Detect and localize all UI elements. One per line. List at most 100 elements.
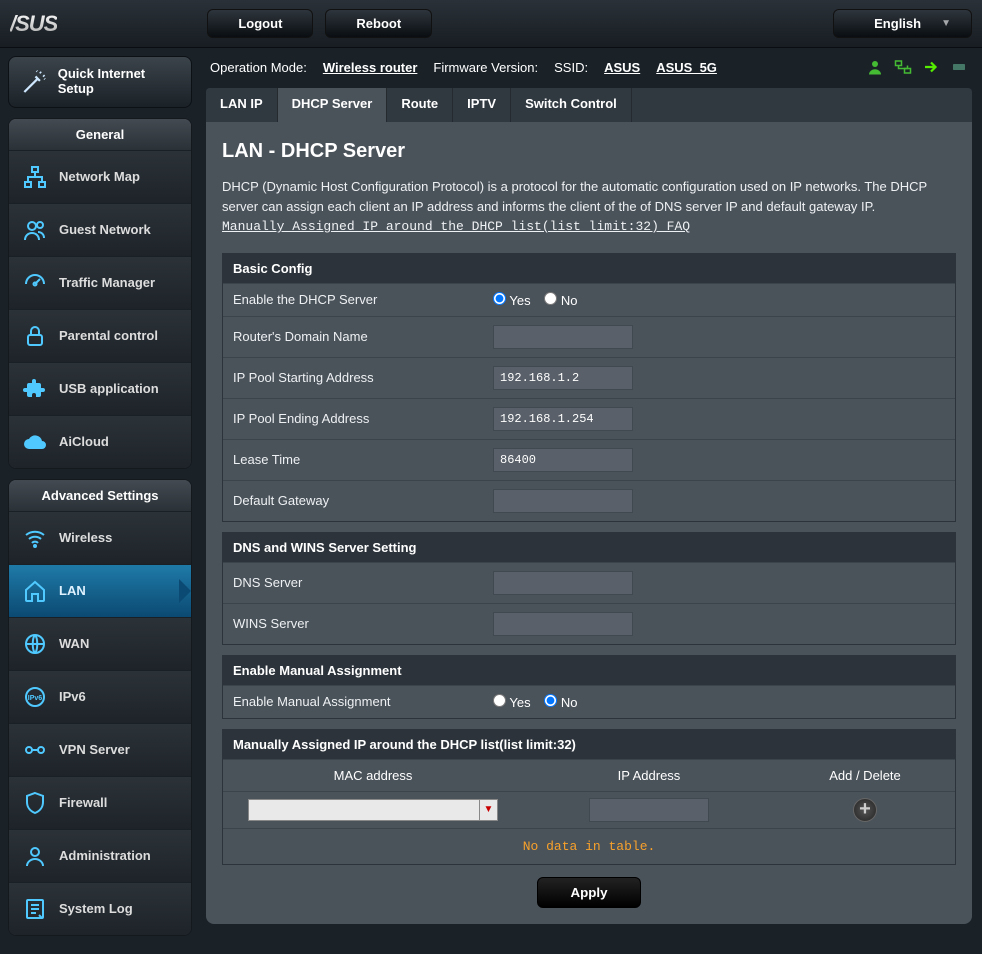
vpn-icon [23, 738, 47, 762]
sidebar-item-system-log[interactable]: System Log [9, 882, 191, 935]
tab-dhcp-server[interactable]: DHCP Server [278, 88, 388, 122]
table-header-row: MAC address IP Address Add / Delete [223, 759, 955, 791]
ipv6-icon: IPv6 [23, 685, 47, 709]
usb-status-icon[interactable] [922, 58, 940, 76]
manual-no[interactable]: No [544, 695, 577, 710]
sidebar: Quick Internet Setup General Network Map… [0, 48, 200, 954]
cloud-icon [23, 430, 47, 454]
wand-icon [21, 68, 48, 96]
ip-input[interactable] [589, 798, 709, 822]
language-label: English [874, 16, 921, 31]
gauge-icon [23, 271, 47, 295]
reboot-button[interactable]: Reboot [325, 9, 432, 38]
tab-route[interactable]: Route [387, 88, 453, 122]
pool-end-input[interactable] [493, 407, 633, 431]
sidebar-item-administration[interactable]: Administration [9, 829, 191, 882]
sidebar-item-label: IPv6 [59, 689, 86, 704]
dns-input[interactable] [493, 571, 633, 595]
enable-dhcp-label: Enable the DHCP Server [233, 292, 493, 307]
language-select[interactable]: English ▼ [833, 9, 972, 38]
users-icon [23, 218, 47, 242]
quick-internet-setup[interactable]: Quick Internet Setup [8, 56, 192, 108]
ssid1[interactable]: ASUS [604, 60, 640, 75]
tab-lan-ip[interactable]: LAN IP [206, 88, 278, 122]
globe-icon [23, 632, 47, 656]
sidebar-item-traffic-manager[interactable]: Traffic Manager [9, 256, 191, 309]
sidebar-item-wireless[interactable]: Wireless [9, 511, 191, 564]
svg-text:IPv6: IPv6 [28, 695, 43, 702]
logout-button[interactable]: Logout [207, 9, 313, 38]
gateway-label: Default Gateway [233, 493, 493, 508]
radio-no[interactable] [544, 694, 557, 707]
panel: LAN - DHCP Server DHCP (Dynamic Host Con… [206, 122, 972, 924]
manual-ip-table: Manually Assigned IP around the DHCP lis… [222, 729, 956, 865]
sidebar-item-label: Wireless [59, 530, 112, 545]
menu-advanced: Advanced Settings Wireless LAN WAN IPv6I… [8, 479, 192, 936]
col-ip: IP Address [523, 760, 775, 791]
plus-icon: + [859, 798, 871, 821]
enable-dhcp-yes[interactable]: Yes [493, 293, 531, 308]
enable-dhcp-no[interactable]: No [544, 293, 577, 308]
mac-combo[interactable]: ▼ [248, 799, 498, 821]
sidebar-item-label: Network Map [59, 169, 140, 184]
sidebar-item-ipv6[interactable]: IPv6 IPv6 [9, 670, 191, 723]
table-input-row: ▼ + [223, 791, 955, 828]
domain-input[interactable] [493, 325, 633, 349]
sidebar-item-label: VPN Server [59, 742, 130, 757]
lease-input[interactable] [493, 448, 633, 472]
section-head: DNS and WINS Server Setting [223, 533, 955, 562]
sidebar-item-lan[interactable]: LAN [9, 564, 191, 617]
qis-label: Quick Internet Setup [58, 67, 179, 97]
sidebar-item-label: Guest Network [59, 222, 151, 237]
sidebar-item-aicloud[interactable]: AiCloud [9, 415, 191, 468]
home-icon [23, 579, 47, 603]
sidebar-item-guest-network[interactable]: Guest Network [9, 203, 191, 256]
radio-yes[interactable] [493, 292, 506, 305]
dns-label: DNS Server [233, 575, 493, 590]
apply-button[interactable]: Apply [537, 877, 640, 908]
sidebar-item-wan[interactable]: WAN [9, 617, 191, 670]
wins-label: WINS Server [233, 616, 493, 631]
op-mode-value[interactable]: Wireless router [323, 60, 418, 75]
menu-general: General Network Map Guest Network Traffi… [8, 118, 192, 469]
gateway-input[interactable] [493, 489, 633, 513]
desc-text: DHCP (Dynamic Host Configuration Protoco… [222, 179, 927, 214]
faq-link[interactable]: Manually Assigned IP around the DHCP lis… [222, 219, 690, 234]
domain-label: Router's Domain Name [233, 329, 493, 344]
wan-status-icon[interactable] [950, 58, 968, 76]
pool-start-label: IP Pool Starting Address [233, 370, 493, 385]
ssid-label: SSID: [554, 60, 588, 75]
ssid2[interactable]: ASUS_5G [656, 60, 717, 75]
col-action: Add / Delete [775, 760, 955, 791]
main-content: Operation Mode: Wireless router Firmware… [200, 48, 982, 954]
radio-no[interactable] [544, 292, 557, 305]
sidebar-item-network-map[interactable]: Network Map [9, 150, 191, 203]
section-head: Enable Manual Assignment [223, 656, 955, 685]
wins-input[interactable] [493, 612, 633, 636]
chevron-down-icon: ▼ [941, 18, 951, 29]
sidebar-item-parental-control[interactable]: Parental control [9, 309, 191, 362]
tab-iptv[interactable]: IPTV [453, 88, 511, 122]
sidebar-item-label: AiCloud [59, 434, 109, 449]
page-description: DHCP (Dynamic Host Configuration Protoco… [222, 177, 956, 237]
manual-label: Enable Manual Assignment [233, 694, 493, 709]
fw-label: Firmware Version: [433, 60, 538, 75]
dropdown-icon[interactable]: ▼ [479, 800, 497, 820]
section-manual-assignment: Enable Manual Assignment Enable Manual A… [222, 655, 956, 719]
lease-label: Lease Time [233, 452, 493, 467]
sidebar-item-firewall[interactable]: Firewall [9, 776, 191, 829]
sidebar-item-label: LAN [59, 583, 86, 598]
pool-start-input[interactable] [493, 366, 633, 390]
add-button[interactable]: + [853, 798, 877, 822]
tab-switch-control[interactable]: Switch Control [511, 88, 632, 122]
lock-icon [23, 324, 47, 348]
manual-yes[interactable]: Yes [493, 695, 531, 710]
sidebar-item-usb-application[interactable]: USB application [9, 362, 191, 415]
col-mac: MAC address [223, 760, 523, 791]
op-mode-label: Operation Mode: [210, 60, 307, 75]
radio-yes[interactable] [493, 694, 506, 707]
apply-row: Apply [222, 877, 956, 908]
sidebar-item-vpn-server[interactable]: VPN Server [9, 723, 191, 776]
user-status-icon[interactable] [866, 58, 884, 76]
lan-status-icon[interactable] [894, 58, 912, 76]
